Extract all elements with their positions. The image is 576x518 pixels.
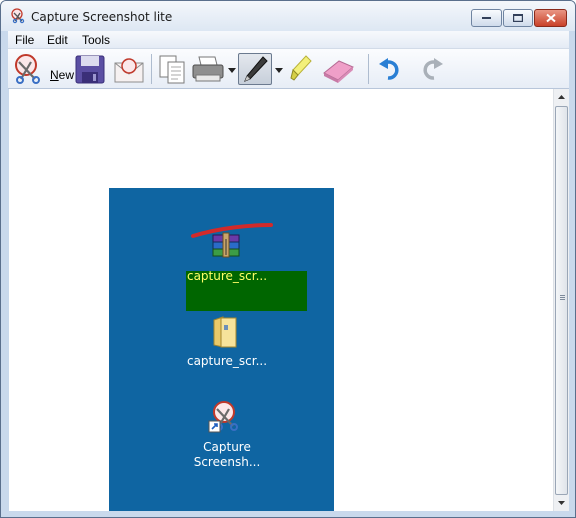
minimize-button[interactable] — [471, 9, 502, 27]
pen-dropdown-button[interactable] — [273, 53, 285, 85]
app-window: Capture Screenshot lite File Edit Tools — [0, 0, 576, 518]
menu-edit[interactable]: Edit — [47, 33, 68, 47]
desktop-icon-label-line2: Screensh... — [193, 455, 261, 469]
scroll-thumb[interactable] — [555, 106, 568, 495]
redo-icon — [418, 53, 446, 85]
close-button[interactable] — [534, 9, 567, 27]
maximize-button[interactable] — [503, 9, 533, 27]
desktop-icon-label: capture_scr... — [186, 354, 268, 368]
window-title: Capture Screenshot lite — [31, 10, 173, 24]
new-label: New — [50, 68, 75, 82]
vertical-scrollbar[interactable] — [553, 89, 569, 511]
print-icon — [190, 53, 238, 85]
save-icon — [74, 53, 106, 85]
pen-icon — [239, 54, 271, 84]
toolbar: New — [8, 49, 569, 89]
pen-button[interactable] — [238, 53, 272, 85]
email-icon — [112, 53, 146, 85]
copy-button[interactable] — [156, 53, 188, 85]
highlighter-button[interactable] — [288, 53, 314, 85]
menu-file[interactable]: File — [15, 33, 34, 47]
undo-icon — [376, 53, 404, 85]
capture-canvas[interactable]: capture_scr... capture_scr... Capture Sc… — [9, 89, 553, 512]
capture-shortcut-icon — [208, 400, 242, 437]
redo-button[interactable] — [418, 53, 446, 85]
scroll-up-button[interactable] — [554, 89, 569, 105]
menu-tools[interactable]: Tools — [82, 33, 110, 47]
highlighter-icon — [288, 53, 314, 85]
print-button[interactable] — [190, 53, 238, 85]
scroll-down-button[interactable] — [554, 495, 569, 511]
window-bottom-border — [1, 511, 575, 517]
grip-line — [560, 297, 565, 298]
grip-line — [560, 299, 565, 300]
toolbar-separator — [151, 54, 152, 84]
red-pen-stroke[interactable] — [109, 188, 334, 258]
title-bar[interactable]: Capture Screenshot lite — [1, 1, 575, 31]
new-capture-button[interactable]: New — [11, 53, 75, 85]
copy-icon — [156, 53, 188, 85]
eraser-icon — [320, 53, 356, 85]
desktop-icon-label-line1: Capture — [203, 440, 251, 454]
captured-screenshot[interactable]: capture_scr... capture_scr... Capture Sc… — [109, 188, 334, 512]
desktop-icon-label: capture_scr... — [186, 269, 268, 283]
eraser-button[interactable] — [320, 53, 356, 85]
save-button[interactable] — [74, 53, 106, 85]
grip-line — [560, 295, 565, 296]
capture-scissors-icon — [10, 8, 26, 24]
chevron-down-icon — [273, 53, 285, 85]
toolbar-separator — [368, 54, 369, 84]
undo-button[interactable] — [376, 53, 404, 85]
menu-bar: File Edit Tools — [8, 31, 569, 49]
email-button[interactable] — [112, 53, 146, 85]
folder-icon — [211, 315, 239, 352]
